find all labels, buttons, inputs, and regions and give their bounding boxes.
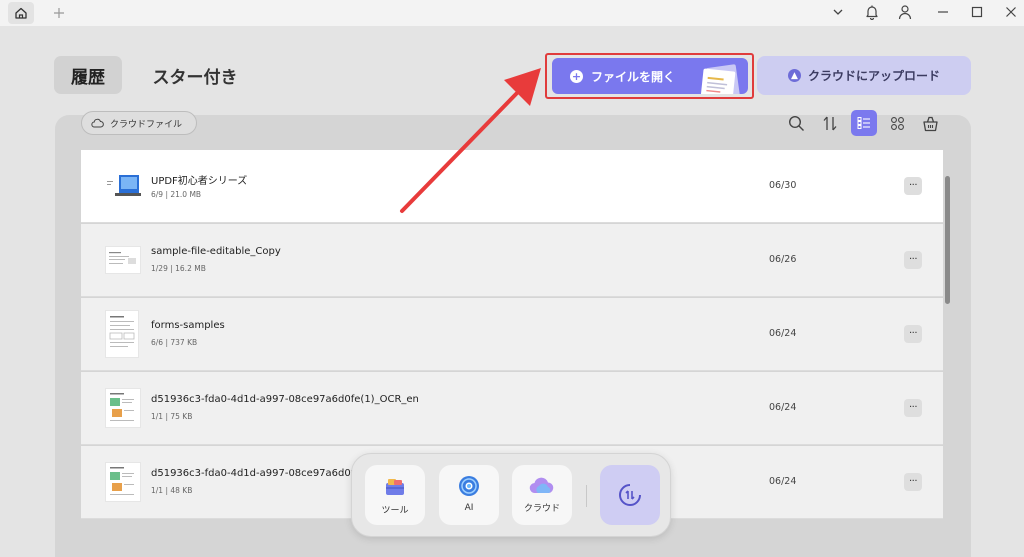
file-row[interactable]: d51936c3-fda0-4d1d-a997-08ce97a6d0fe(1)_… — [81, 372, 943, 445]
dock-cloud-label: クラウド — [523, 504, 560, 514]
basket-button[interactable] — [917, 110, 943, 136]
more-options-button[interactable]: ··· — [904, 473, 922, 491]
file-thumbnail — [105, 462, 141, 502]
account-button[interactable] — [895, 2, 915, 22]
file-name: forms-samples — [151, 320, 225, 331]
file-name: d51936c3-fda0-4d1d-a997-08ce97a6d0fe(1)_… — [151, 394, 419, 405]
minimize-icon — [938, 11, 948, 13]
cloud-icon — [91, 118, 104, 128]
plus-icon — [54, 8, 64, 18]
cloud-files-filter[interactable]: クラウドファイル — [81, 111, 197, 135]
cloud-icon — [529, 477, 554, 494]
home-icon — [15, 7, 27, 19]
grid-view-button[interactable] — [884, 110, 910, 136]
file-meta: 6/9 | 21.0 MB — [151, 190, 202, 199]
more-options-button[interactable]: ··· — [904, 177, 922, 195]
file-thumbnail — [105, 166, 141, 206]
file-meta: 1/1 | 48 KB — [151, 486, 193, 495]
file-name: UPDF初心者シリーズ — [151, 176, 248, 187]
file-name: d51936c3-fda0-4d1d-a997-08ce97a6d0fe(1) — [151, 468, 375, 479]
file-date: 06/24 — [769, 402, 797, 413]
file-thumbnail — [105, 310, 139, 358]
notifications-button[interactable] — [862, 2, 882, 22]
search-button[interactable] — [783, 110, 809, 136]
thumbnail-image — [109, 316, 135, 347]
file-row[interactable]: sample-file-editable_Copy 1/29 | 16.2 MB… — [81, 224, 943, 297]
file-thumbnail — [105, 246, 141, 274]
file-date: 06/24 — [769, 476, 797, 487]
grid-view-icon — [890, 116, 904, 130]
more-options-button[interactable]: ··· — [904, 325, 922, 343]
documents-icon — [700, 64, 740, 94]
bell-icon — [866, 5, 878, 20]
new-tab-button[interactable] — [50, 2, 68, 24]
chevron-down-icon — [833, 9, 843, 15]
search-icon — [788, 115, 804, 131]
upload-label: クラウドにアップロード — [807, 69, 940, 83]
more-options-button[interactable]: ··· — [904, 399, 922, 417]
thumbnail-image — [109, 252, 136, 264]
plus-circle-icon: + — [570, 69, 583, 83]
more-options-button[interactable]: ··· — [904, 251, 922, 269]
dock-ai-label: AI — [464, 503, 474, 513]
maximize-button[interactable] — [967, 2, 987, 22]
thumbnail-image — [110, 467, 134, 495]
toolbox-icon — [386, 479, 404, 495]
file-name: sample-file-editable_Copy — [151, 246, 281, 257]
open-file-label: ファイルを開く — [591, 69, 676, 84]
file-date: 06/30 — [769, 180, 797, 191]
thumbnail-image — [107, 175, 141, 196]
dock-tools-label: ツール — [381, 506, 409, 516]
maximize-icon — [971, 6, 983, 18]
list-view-button[interactable] — [851, 110, 877, 136]
file-row[interactable]: forms-samples 6/6 | 737 KB 06/24 ··· — [81, 298, 943, 371]
bottom-dock: ツール AI クラウド — [351, 453, 671, 537]
dock-ai-button[interactable]: AI — [439, 465, 499, 525]
list-view-icon — [857, 117, 870, 129]
thumbnail-image — [110, 393, 134, 421]
file-meta: 1/1 | 75 KB — [151, 412, 193, 421]
file-meta: 6/6 | 737 KB — [151, 338, 198, 347]
dock-tools-button[interactable]: ツール — [365, 465, 425, 525]
scrollbar-thumb[interactable] — [945, 176, 950, 304]
file-thumbnail — [105, 388, 141, 428]
open-file-button[interactable]: + ファイルを開く — [552, 58, 748, 94]
minimize-button[interactable] — [933, 2, 953, 22]
dropdown-button[interactable] — [828, 2, 848, 22]
dock-separator — [586, 485, 587, 507]
file-date: 06/24 — [769, 328, 797, 339]
title-bar — [0, 0, 1024, 26]
sort-button[interactable] — [817, 110, 843, 136]
tab-starred[interactable]: スター付き — [150, 56, 240, 94]
sort-icon — [823, 116, 837, 130]
close-button[interactable] — [1001, 2, 1021, 22]
dock-convert-button[interactable] — [600, 465, 660, 525]
file-row[interactable]: UPDF初心者シリーズ 6/9 | 21.0 MB 06/30 ··· — [81, 150, 943, 223]
convert-icon — [619, 484, 641, 506]
close-icon — [1006, 7, 1016, 17]
file-meta: 1/29 | 16.2 MB — [151, 264, 206, 273]
dock-cloud-button[interactable]: クラウド — [512, 465, 572, 525]
user-icon — [898, 5, 912, 20]
home-tab-button[interactable] — [8, 2, 34, 24]
cloud-files-label: クラウドファイル — [110, 119, 183, 130]
upload-to-cloud-button[interactable]: ▲ クラウドにアップロード — [757, 56, 971, 95]
file-date: 06/26 — [769, 254, 797, 265]
tab-history[interactable]: 履歴 — [54, 56, 122, 94]
ai-icon — [459, 476, 479, 496]
basket-icon — [922, 116, 938, 131]
upload-icon: ▲ — [787, 69, 801, 82]
